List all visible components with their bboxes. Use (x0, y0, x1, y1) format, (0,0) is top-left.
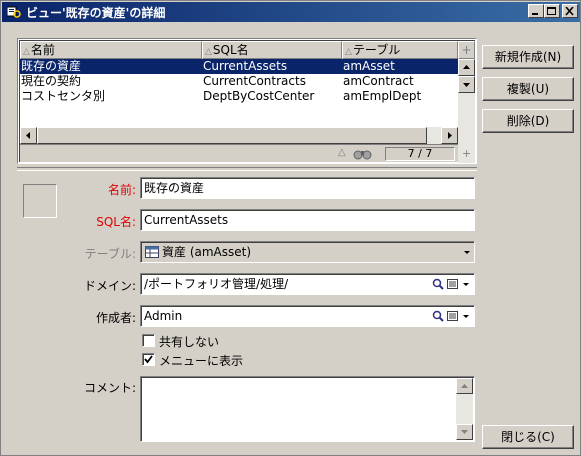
table-label: テーブル: (84, 247, 136, 261)
new-button[interactable]: 新規作成(N) (482, 45, 574, 69)
cell-name: 既存の資産 (21, 59, 82, 73)
list-status-bar: △ 7 / 7 (20, 144, 458, 162)
table-value: 資産 (amAsset) (162, 245, 252, 259)
show-in-menu-checkbox[interactable] (142, 353, 155, 366)
table-row[interactable]: 既存の資産 CurrentAssets amAsset (20, 59, 458, 74)
minimize-button[interactable] (528, 4, 544, 18)
view-details-window: ビュー'既存の資産'の詳細 △名前 △SQL名 △テーブル + 既存の資産 Cu… (0, 0, 581, 456)
view-app-icon (7, 6, 21, 18)
show-in-menu-label: メニューに表示 (159, 354, 244, 368)
minimize-icon (532, 13, 538, 15)
binoculars-icon[interactable] (352, 147, 374, 161)
maximize-icon (547, 7, 556, 15)
table-icon (145, 246, 159, 258)
search-icon[interactable] (431, 276, 445, 292)
cell-table: amContract (343, 74, 414, 88)
chevron-down-icon[interactable] (462, 243, 472, 261)
checkmark-icon (144, 355, 153, 364)
table-field: 資産 (amAsset) (140, 241, 475, 263)
close-window-button[interactable] (562, 4, 578, 18)
search-icon[interactable] (431, 308, 445, 324)
author-value: Admin (144, 309, 183, 323)
domain-value: /ポートフォリオ管理/処理/ (144, 277, 289, 291)
domain-field[interactable]: /ポートフォリオ管理/処理/ (140, 273, 475, 295)
table-row[interactable]: 現在の契約 CurrentContracts amContract (20, 74, 458, 89)
cell-sql-name: CurrentAssets (203, 59, 288, 73)
arrow-left-icon (26, 132, 30, 139)
scroll-up-button[interactable] (456, 378, 473, 394)
record-count: 7 / 7 (385, 147, 455, 161)
author-label: 作成者: (95, 311, 136, 325)
author-field[interactable]: Admin (140, 305, 475, 327)
horizontal-scrollbar[interactable] (20, 127, 458, 144)
scroll-right-button[interactable] (441, 127, 458, 144)
scroll-up-button[interactable] (458, 59, 475, 76)
scroll-down-button[interactable] (458, 76, 475, 93)
views-list[interactable]: △名前 △SQL名 △テーブル + 既存の資産 CurrentAssets am… (17, 38, 477, 164)
domain-label: ドメイン: (83, 279, 136, 293)
sort-icon: △ (338, 147, 346, 158)
table-row[interactable]: コストセンタ別 DeptByCostCenter amEmplDept (20, 89, 458, 104)
chevron-down-icon[interactable] (461, 275, 471, 293)
title-bar[interactable]: ビュー'既存の資産'の詳細 (2, 2, 580, 22)
cell-sql-name: DeptByCostCenter (203, 89, 315, 103)
vertical-scrollbar[interactable]: + (458, 59, 475, 163)
cell-table: amEmplDept (343, 89, 422, 103)
window-title: ビュー'既存の資産'の詳細 (26, 6, 166, 20)
column-chooser-button[interactable]: + (458, 41, 475, 59)
not-shared-checkbox[interactable] (142, 334, 155, 347)
maximize-button[interactable] (544, 4, 560, 18)
column-header-name[interactable]: △名前 (20, 41, 202, 59)
comment-label: コメント: (83, 381, 136, 395)
close-button[interactable]: 閉じる(C) (482, 425, 574, 449)
sort-icon: △ (345, 47, 352, 57)
arrow-right-icon (448, 132, 452, 139)
close-icon (565, 7, 574, 16)
column-header-sql-name[interactable]: △SQL名 (202, 41, 342, 59)
name-label: 名前: (107, 183, 136, 197)
add-icon: + (462, 147, 472, 160)
column-header-table[interactable]: △テーブル (342, 41, 458, 59)
scroll-down-button[interactable] (456, 424, 473, 440)
cell-name: コストセンタ別 (21, 89, 106, 103)
details-icon[interactable] (446, 276, 460, 292)
comment-scrollbar[interactable] (456, 378, 473, 440)
horizontal-scroll-thumb[interactable] (37, 127, 427, 144)
arrow-down-icon (461, 430, 468, 434)
list-header: △名前 △SQL名 △テーブル + (20, 41, 475, 59)
sql-name-field[interactable]: CurrentAssets (140, 209, 475, 231)
sort-icon: △ (205, 47, 212, 57)
cell-table: amAsset (343, 59, 395, 73)
splitter[interactable] (17, 167, 477, 171)
comment-field[interactable] (140, 376, 475, 442)
not-shared-label: 共有しない (159, 335, 220, 349)
name-field[interactable]: 既存の資産 (140, 177, 475, 199)
cell-sql-name: CurrentContracts (203, 74, 306, 88)
cell-name: 現在の契約 (21, 74, 82, 88)
scroll-left-button[interactable] (20, 127, 37, 144)
details-icon[interactable] (446, 308, 460, 324)
image-placeholder[interactable] (23, 184, 57, 218)
sort-icon: △ (23, 47, 30, 57)
sql-name-label: SQL名: (96, 215, 136, 229)
arrow-down-icon (463, 83, 470, 87)
chevron-down-icon[interactable] (461, 307, 471, 325)
delete-button[interactable]: 削除(D) (482, 109, 574, 133)
arrow-up-icon (463, 65, 470, 69)
duplicate-button[interactable]: 複製(U) (482, 77, 574, 101)
arrow-up-icon (461, 384, 468, 388)
